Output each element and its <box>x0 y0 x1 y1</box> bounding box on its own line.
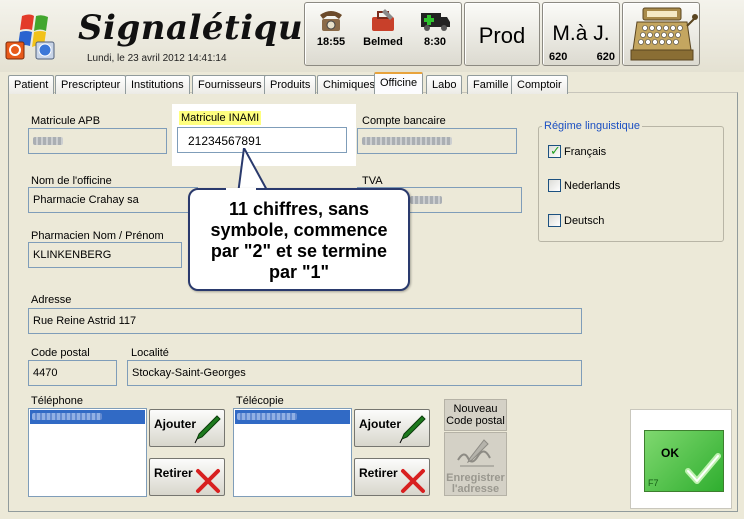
adresse-field[interactable]: Rue Reine Astrid 117 <box>28 308 582 334</box>
red-x-icon <box>196 469 220 493</box>
telephone-icon <box>320 11 342 31</box>
telephone-label: Téléphone <box>31 395 83 407</box>
pharmacien-field[interactable]: KLINKENBERG <box>28 242 182 268</box>
quick-toolbar: 18:55 Belmed 8:30 <box>304 2 462 66</box>
new-postal-code-line2: Code postal <box>446 415 505 427</box>
language-legend: Régime linguistique <box>542 120 642 132</box>
ok-button[interactable]: OK F7 <box>644 430 724 492</box>
add-telephone-label: Ajouter <box>154 417 196 431</box>
date-time-display: Lundi, le 23 avril 2012 14:41:14 <box>87 53 227 64</box>
mise-a-jour-button[interactable]: M.à J. 620 620 <box>542 2 620 66</box>
localite-label: Localité <box>131 347 169 359</box>
francais-label: Français <box>564 146 607 158</box>
matricule-apb-field[interactable] <box>28 128 167 154</box>
callout-line: symbole, commence <box>210 220 388 240</box>
francais-checkbox[interactable] <box>548 143 561 159</box>
maj-count-right: 620 <box>596 51 615 63</box>
callout-line: par "2" et se termine <box>210 241 388 261</box>
tab-fournisseurs[interactable]: Fournisseurs <box>192 75 268 94</box>
ambulance-icon <box>421 13 450 31</box>
code-postal-field[interactable]: 4470 <box>28 360 117 386</box>
belmed-button[interactable]: Belmed <box>357 3 409 65</box>
tab-chimiques[interactable]: Chimiques <box>317 75 381 94</box>
ok-label: OK <box>661 446 679 460</box>
signature-icon <box>456 439 494 467</box>
cash-register-button[interactable] <box>622 2 700 66</box>
save-address-line2: l'adresse <box>451 483 500 495</box>
phone-time: 18:55 <box>316 36 346 48</box>
new-postal-code-line1: Nouveau <box>453 403 498 415</box>
callout-line: 11 chiffres, sans <box>228 199 370 219</box>
new-postal-code-button[interactable]: Nouveau Code postal <box>444 399 507 431</box>
tab-comptoir[interactable]: Comptoir <box>511 75 568 94</box>
redacted-value <box>410 196 442 205</box>
callout-line: par "1" <box>268 262 330 282</box>
matricule-apb-label: Matricule APB <box>31 115 101 127</box>
telephone-list[interactable] <box>28 408 147 497</box>
nom-officine-field[interactable]: Pharmacie Crahay sa <box>28 187 198 213</box>
nederlands-label: Nederlands <box>564 180 621 192</box>
phone-button[interactable]: 18:55 <box>305 3 357 65</box>
add-telecopie-button[interactable]: Ajouter <box>354 409 430 447</box>
save-address-button[interactable]: Enregistrer l'adresse <box>444 432 507 496</box>
add-telephone-button[interactable]: Ajouter <box>149 409 225 447</box>
tab-produits[interactable]: Produits <box>264 75 317 94</box>
pharmacien-label: Pharmacien Nom / Prénom <box>31 230 164 242</box>
localite-field[interactable]: Stockay-Saint-Georges <box>127 360 582 386</box>
adresse-label: Adresse <box>31 294 72 306</box>
remove-telephone-label: Retirer <box>154 466 193 480</box>
tab-famille[interactable]: Famille <box>467 75 515 94</box>
redacted-value <box>237 413 297 420</box>
add-telecopie-label: Ajouter <box>359 417 401 431</box>
remove-telephone-button[interactable]: Retirer <box>149 458 225 496</box>
tab-officine[interactable]: Officine <box>374 72 424 94</box>
deutsch-label: Deutsch <box>564 215 605 227</box>
telecopie-label: Télécopie <box>236 395 284 407</box>
checkmark-icon <box>685 453 721 484</box>
maj-count-left: 620 <box>549 51 568 63</box>
tva-label: TVA <box>362 175 383 187</box>
telecopie-list[interactable] <box>233 408 352 497</box>
fountain-pen-icon <box>194 415 221 444</box>
compte-bancaire-field[interactable] <box>357 128 517 154</box>
ok-shortcut-key: F7 <box>648 478 659 488</box>
redacted-value <box>33 137 63 146</box>
compte-bancaire-label: Compte bancaire <box>362 115 446 127</box>
red-x-icon <box>401 469 425 493</box>
remove-telecopie-button[interactable]: Retirer <box>354 458 430 496</box>
prod-label: Prod <box>478 23 526 48</box>
cash-register-icon <box>630 7 698 61</box>
redacted-value <box>32 413 102 420</box>
nom-officine-label: Nom de l'officine <box>31 175 112 187</box>
code-postal-label: Code postal <box>31 347 90 359</box>
tab-institutions[interactable]: Institutions <box>125 75 190 94</box>
ambulance-button[interactable]: 8:30 <box>409 3 461 65</box>
callout-seam <box>226 188 256 192</box>
tab-labo[interactable]: Labo <box>426 75 463 94</box>
maj-label: M.à J. <box>552 22 610 45</box>
windows-logo-icon <box>4 10 58 60</box>
toolbox-icon <box>372 9 394 31</box>
telephone-list-item-selected[interactable] <box>30 410 145 424</box>
matricule-inami-label: Matricule INAMI <box>179 111 262 125</box>
belmed-label: Belmed <box>363 36 403 48</box>
nederlands-checkbox[interactable] <box>548 179 561 192</box>
deutsch-checkbox[interactable] <box>548 214 561 227</box>
redacted-value <box>362 137 452 146</box>
fountain-pen-icon <box>399 415 426 444</box>
tab-prescripteur[interactable]: Prescripteur <box>55 75 127 94</box>
ambulance-time: 8:30 <box>423 36 447 48</box>
help-callout: 11 chiffres, sans symbole, commence par … <box>188 188 410 291</box>
remove-telecopie-label: Retirer <box>359 466 398 480</box>
telecopie-list-item-selected[interactable] <box>235 410 350 424</box>
tab-patient[interactable]: Patient <box>8 75 55 94</box>
prod-button[interactable]: Prod <box>464 2 540 66</box>
